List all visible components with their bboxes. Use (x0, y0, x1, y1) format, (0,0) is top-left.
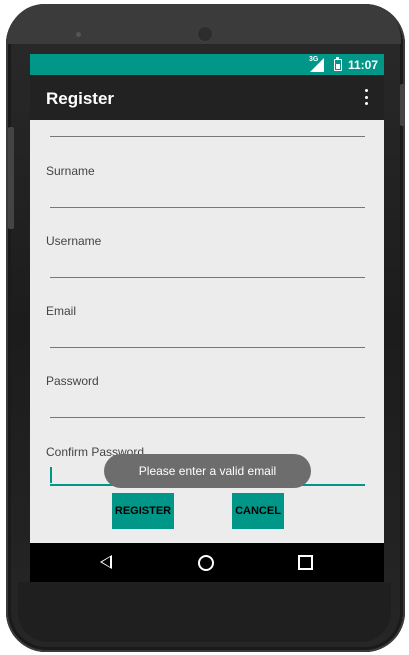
back-triangle-icon[interactable] (100, 555, 112, 569)
status-time: 11:07 (347, 57, 378, 72)
power-button (400, 84, 405, 126)
speaker-icon (76, 32, 81, 37)
screen: 3G 11:07 Register Surname Username Email… (30, 54, 384, 582)
username-field[interactable] (50, 277, 365, 278)
navigation-bar (30, 543, 384, 582)
surname-field[interactable] (50, 207, 365, 208)
signal-icon: 3G (308, 55, 328, 72)
register-button[interactable]: REGISTER (112, 493, 174, 529)
field-underline-name[interactable] (50, 136, 365, 137)
battery-icon (333, 56, 342, 71)
more-vert-icon[interactable] (364, 89, 368, 105)
home-circle-icon[interactable] (198, 555, 214, 571)
cancel-button[interactable]: CANCEL (232, 493, 284, 529)
recents-square-icon[interactable] (298, 555, 313, 570)
surname-label: Surname (46, 164, 95, 178)
volume-button (8, 127, 14, 229)
app-bar: Register (30, 75, 384, 120)
network-type: 3G (308, 55, 319, 63)
device-bottom-bezel (18, 582, 391, 642)
status-bar: 3G 11:07 (30, 54, 384, 75)
page-title: Register (46, 89, 115, 108)
text-cursor (50, 467, 52, 483)
toast-message: Please enter a valid email (104, 454, 311, 488)
camera-icon (198, 27, 212, 41)
status-indicators: 3G 11:07 (308, 55, 378, 73)
password-label: Password (46, 374, 99, 388)
email-label: Email (46, 304, 77, 318)
email-field[interactable] (50, 347, 365, 348)
password-field[interactable] (50, 417, 365, 418)
username-label: Username (46, 234, 102, 248)
